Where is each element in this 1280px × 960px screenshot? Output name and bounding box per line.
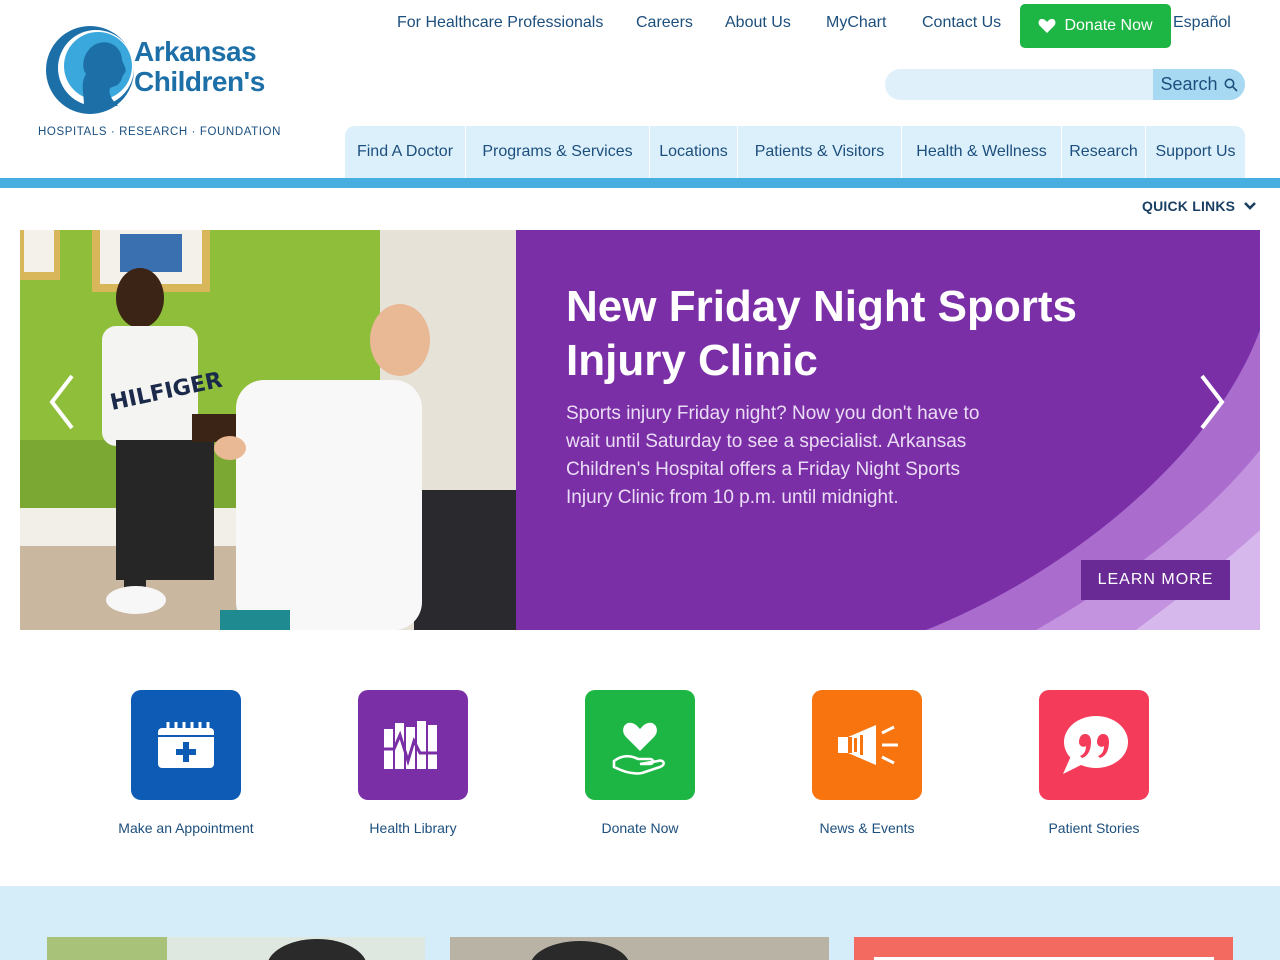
- megaphone-icon: [838, 725, 898, 765]
- utility-link-mychart[interactable]: MyChart: [826, 12, 886, 34]
- quick-links-label: QUICK LINKS: [1142, 198, 1236, 214]
- nav-item-programs-services[interactable]: Programs & Services: [466, 126, 649, 178]
- carousel-prev-icon[interactable]: [42, 372, 82, 432]
- tile-label: Patient Stories: [1048, 820, 1140, 836]
- nav-item-find-a-doctor[interactable]: Find A Doctor: [345, 126, 465, 178]
- search-icon: [1224, 78, 1238, 92]
- quote-bubble-icon: [1063, 716, 1128, 774]
- tile-donate-now[interactable]: Donate Now: [540, 690, 740, 836]
- tile-make-appointment[interactable]: Make an Appointment: [86, 690, 286, 836]
- calendar-plus-icon: [158, 722, 214, 768]
- logo-tagline: HOSPITALS · RESEARCH · FOUNDATION: [38, 126, 282, 138]
- search-bar: Search: [885, 69, 1245, 100]
- nav-item-support-us[interactable]: Support Us: [1146, 126, 1245, 178]
- heart-hand-icon: [612, 722, 665, 775]
- tile-label: News & Events: [819, 820, 915, 836]
- featured-cards-section: [0, 886, 1280, 960]
- tile-icon-box: [131, 690, 241, 800]
- tile-label: Health Library: [369, 820, 457, 836]
- utility-link-contact-us[interactable]: Contact Us: [922, 12, 1001, 34]
- quick-links-toggle[interactable]: QUICK LINKS: [1142, 198, 1257, 214]
- nav-accent-bar: [0, 178, 1280, 188]
- tile-icon-box: [812, 690, 922, 800]
- learn-more-button[interactable]: LEARN MORE: [1081, 560, 1230, 600]
- featured-card-image[interactable]: [47, 937, 425, 960]
- tile-health-library[interactable]: Health Library: [313, 690, 513, 836]
- quick-action-tiles: Make an Appointment Health Library Donat…: [0, 690, 1280, 850]
- hero-body: Sports injury Friday night? Now you don'…: [566, 403, 980, 508]
- child-profile-logo-icon: [46, 26, 134, 114]
- tile-label: Make an Appointment: [118, 820, 254, 836]
- featured-card-image[interactable]: [450, 937, 829, 960]
- utility-link-careers[interactable]: Careers: [636, 12, 693, 34]
- nav-item-health-wellness[interactable]: Health & Wellness: [902, 126, 1061, 178]
- chevron-down-icon: [1244, 202, 1257, 210]
- main-nav: Find A Doctor Programs & Services Locati…: [345, 126, 1245, 178]
- heart-icon: [1039, 18, 1056, 33]
- logo-wordmark-line1: Arkansas: [134, 36, 257, 67]
- hero-photo-doctor-exam: HILFIGER: [20, 230, 516, 630]
- utility-link-healthcare-professionals[interactable]: For Healthcare Professionals: [397, 12, 603, 34]
- utility-link-espanol[interactable]: Español: [1173, 12, 1231, 34]
- tile-news-events[interactable]: News & Events: [767, 690, 967, 836]
- carousel-next-icon[interactable]: [1192, 372, 1232, 432]
- site-logo[interactable]: Arkansas Children's HOSPITALS · RESEARCH…: [38, 20, 288, 145]
- nav-item-locations[interactable]: Locations: [650, 126, 737, 178]
- tile-icon-box: [585, 690, 695, 800]
- donate-now-button[interactable]: Donate Now: [1020, 4, 1171, 48]
- site-header: Arkansas Children's HOSPITALS · RESEARCH…: [0, 0, 1280, 178]
- nav-item-patients-visitors[interactable]: Patients & Visitors: [738, 126, 901, 178]
- donate-now-label: Donate Now: [1064, 17, 1153, 34]
- hero-carousel: HILFIGER New Friday Night Sports Injury …: [20, 230, 1260, 630]
- logo-wordmark-line2: Children's: [134, 66, 265, 97]
- search-input[interactable]: [897, 73, 1147, 96]
- hero-title: New Friday Night Sports Injury Clinic: [566, 282, 1077, 385]
- books-icon: [382, 721, 444, 769]
- tile-label: Donate Now: [601, 820, 679, 836]
- tile-icon-box: [358, 690, 468, 800]
- search-button[interactable]: Search: [1153, 69, 1245, 100]
- nav-item-research[interactable]: Research: [1062, 126, 1145, 178]
- tile-icon-box: [1039, 690, 1149, 800]
- utility-link-about-us[interactable]: About Us: [725, 12, 791, 34]
- tile-patient-stories[interactable]: Patient Stories: [994, 690, 1194, 836]
- search-button-label: Search: [1160, 74, 1218, 94]
- hero-content-panel: New Friday Night Sports Injury Clinic Sp…: [516, 230, 1260, 630]
- featured-card-image[interactable]: [854, 937, 1233, 960]
